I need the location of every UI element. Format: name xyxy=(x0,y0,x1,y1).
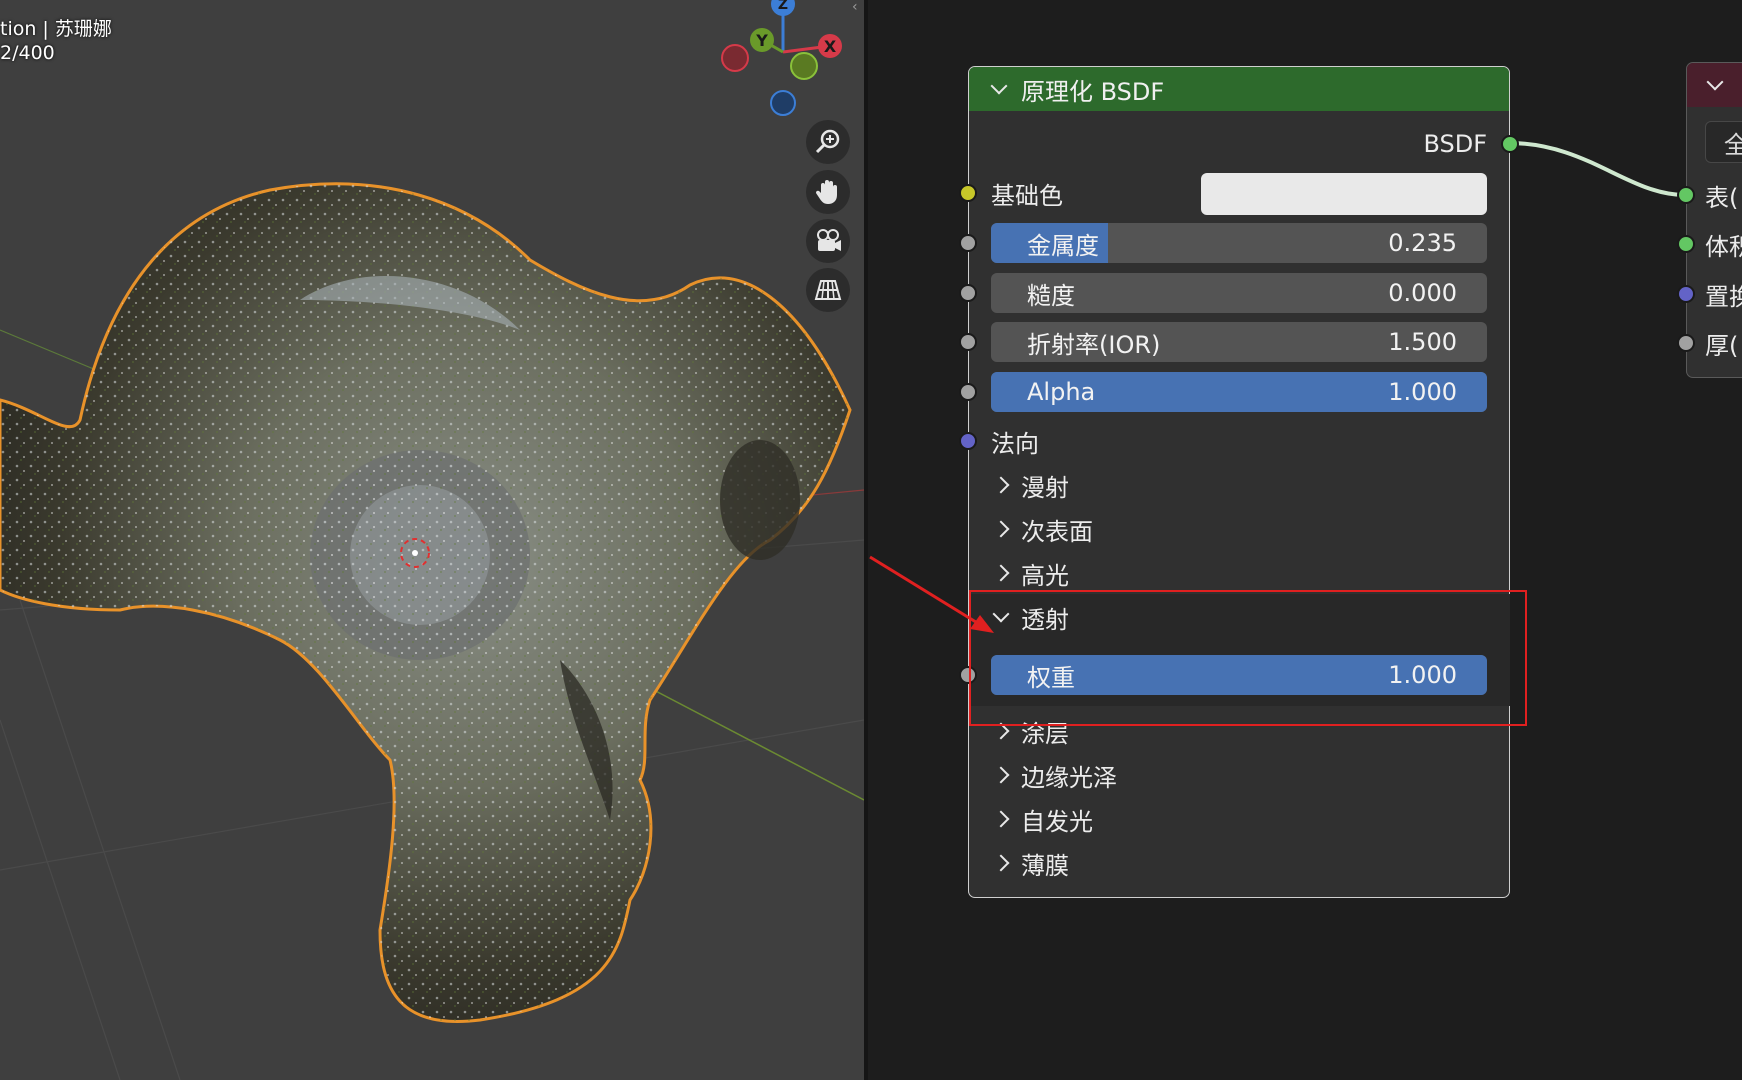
alpha-label: Alpha xyxy=(1027,378,1096,406)
displacement-input-row: 置换 xyxy=(1687,274,1742,314)
perspective-toggle-button[interactable] xyxy=(806,268,850,312)
bsdf-output-socket[interactable] xyxy=(1501,135,1519,153)
panel-thin-film[interactable]: 薄膜 xyxy=(969,843,1509,883)
roughness-socket[interactable] xyxy=(959,284,977,302)
output-node-header[interactable] xyxy=(1687,63,1742,107)
viewport-scene: Y X Z xyxy=(0,0,864,1080)
annotation-arrow-icon xyxy=(869,555,994,633)
normal-row: 法向 xyxy=(969,421,1509,461)
volume-input-label: 体积 xyxy=(1705,232,1742,261)
expand-chevron-icon xyxy=(992,766,1010,784)
panel-emission[interactable]: 自发光 xyxy=(969,799,1509,839)
base-color-label: 基础色 xyxy=(991,181,1063,210)
output-target-dropdown[interactable]: 全 xyxy=(1705,121,1742,163)
roughness-label: 糙度 xyxy=(1027,281,1075,310)
surface-input-label: 表( xyxy=(1705,183,1739,212)
zoom-button[interactable] xyxy=(806,120,850,164)
node-header[interactable]: 原理化 BSDF xyxy=(969,67,1509,111)
principled-bsdf-node[interactable]: 原理化 BSDF BSDF 基础色 金属度 0.235 糙度 0.000 折射率… xyxy=(959,66,1519,898)
base-color-swatch[interactable] xyxy=(1201,173,1487,215)
bsdf-output-row: BSDF xyxy=(969,124,1509,164)
alpha-socket[interactable] xyxy=(959,383,977,401)
viewport-sample-count: 2/400 xyxy=(0,42,55,64)
alpha-slider[interactable]: Alpha 1.000 xyxy=(991,372,1487,412)
metallic-socket[interactable] xyxy=(959,234,977,252)
panel-subsurface-label: 次表面 xyxy=(1021,517,1093,546)
panel-specular-label: 高光 xyxy=(1021,561,1069,590)
grid-icon xyxy=(814,280,842,300)
gizmo-y-label: Y xyxy=(755,31,768,50)
panel-diffuse[interactable]: 漫射 xyxy=(969,465,1509,505)
volume-input-row: 体积 xyxy=(1687,224,1742,264)
annotation-highlight-box xyxy=(969,590,1527,726)
output-target-label: 全 xyxy=(1724,130,1742,159)
collapse-chevron-icon[interactable] xyxy=(990,77,1008,95)
material-output-node[interactable]: 全 表( 体积 置换 厚( xyxy=(1677,62,1742,378)
expand-chevron-icon xyxy=(992,476,1010,494)
thickness-input-label: 厚( xyxy=(1705,331,1739,360)
collapse-chevron-icon[interactable] xyxy=(1706,73,1724,91)
expand-chevron-icon xyxy=(992,854,1010,872)
bsdf-output-label: BSDF xyxy=(1423,130,1487,158)
navigation-gizmo: Y X Z xyxy=(721,0,842,116)
ior-socket[interactable] xyxy=(959,333,977,351)
metallic-slider[interactable]: 金属度 0.235 xyxy=(991,223,1487,263)
roughness-slider[interactable]: 糙度 0.000 xyxy=(991,273,1487,313)
roughness-value: 0.000 xyxy=(1388,279,1457,307)
ior-field[interactable]: 折射率(IOR) 1.500 xyxy=(991,322,1487,362)
region-collapse-arrow[interactable]: ‹ xyxy=(852,0,864,16)
ior-label: 折射率(IOR) xyxy=(1027,330,1161,359)
bsdf-to-surface-link xyxy=(1508,141,1686,197)
metallic-label: 金属度 xyxy=(1027,231,1099,260)
node-title: 原理化 BSDF xyxy=(1021,77,1165,106)
panel-sheen-label: 边缘光泽 xyxy=(1021,763,1117,792)
zoom-icon xyxy=(815,129,840,154)
hand-icon xyxy=(815,180,837,204)
normal-label: 法向 xyxy=(991,429,1039,458)
surface-input-row: 表( xyxy=(1687,175,1742,215)
expand-chevron-icon xyxy=(992,810,1010,828)
expand-chevron-icon xyxy=(992,520,1010,538)
displacement-input-label: 置换 xyxy=(1705,282,1742,311)
camera-view-button[interactable] xyxy=(806,219,850,263)
thickness-input-row: 厚( xyxy=(1687,323,1742,363)
suzanne-mesh xyxy=(0,182,852,1023)
alpha-value: 1.000 xyxy=(1388,378,1457,406)
shader-node-editor[interactable]: 原理化 BSDF BSDF 基础色 金属度 0.235 糙度 0.000 折射率… xyxy=(868,0,1742,1080)
viewport-object-info: tion | 苏珊娜 xyxy=(0,18,112,40)
ior-value: 1.500 xyxy=(1388,328,1457,356)
panel-sheen[interactable]: 边缘光泽 xyxy=(969,755,1509,795)
panel-subsurface[interactable]: 次表面 xyxy=(969,509,1509,549)
3d-viewport[interactable]: Y X Z tion | 苏珊娜 2/400 ‹ xyxy=(0,0,864,1080)
camera-icon xyxy=(817,229,841,251)
pan-button[interactable] xyxy=(806,170,850,214)
panel-thin-film-label: 薄膜 xyxy=(1021,851,1069,880)
metallic-value: 0.235 xyxy=(1388,229,1457,257)
panel-diffuse-label: 漫射 xyxy=(1021,473,1069,502)
panel-specular[interactable]: 高光 xyxy=(969,553,1509,593)
panel-emission-label: 自发光 xyxy=(1021,807,1093,836)
gizmo-x-label: X xyxy=(824,37,837,56)
gizmo-z-label: Z xyxy=(778,0,788,13)
